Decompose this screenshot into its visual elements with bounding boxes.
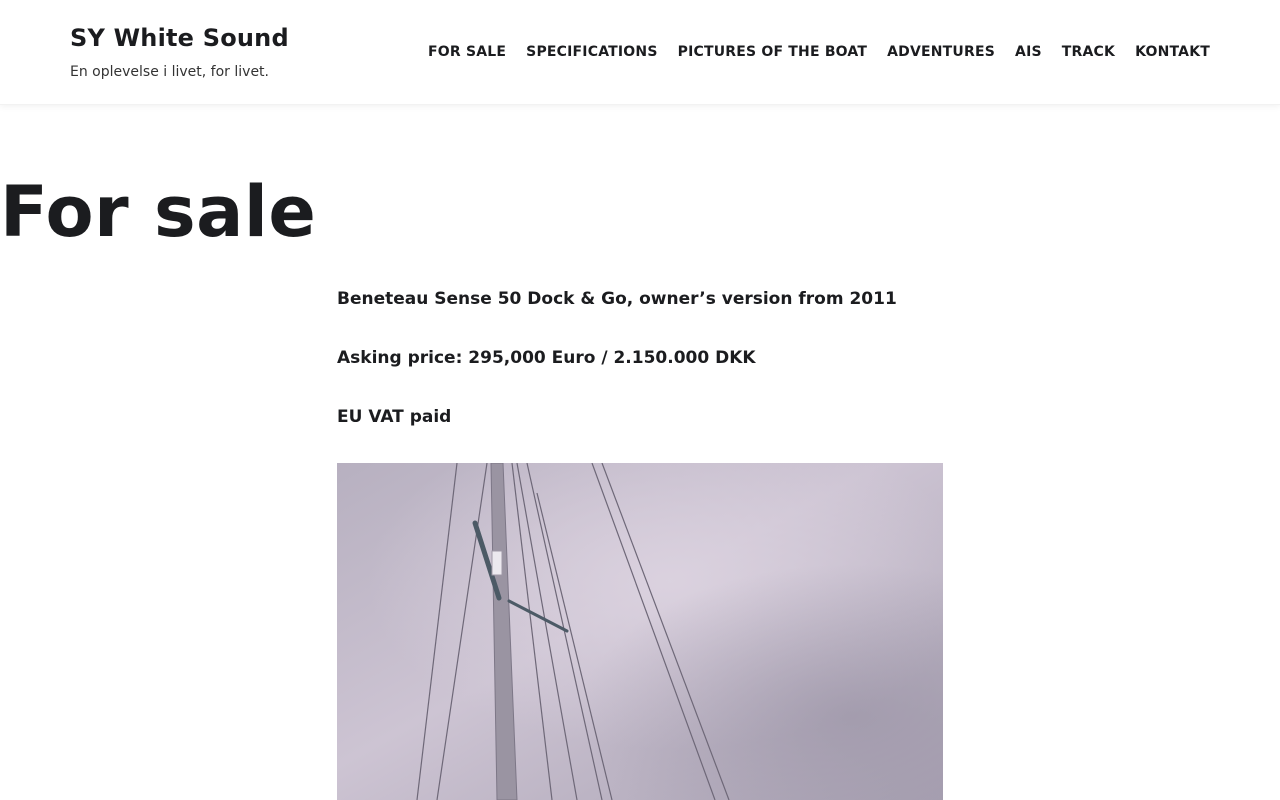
site-header: SY White Sound En oplevelse i livet, for…	[0, 0, 1280, 105]
boat-model-line: Beneteau Sense 50 Dock & Go, owner’s ver…	[337, 289, 897, 309]
boat-mast-image	[337, 463, 943, 800]
nav-item-kontakt[interactable]: KONTAKT	[1135, 40, 1210, 64]
vat-status-line: EU VAT paid	[337, 407, 452, 427]
nav-item-adventures[interactable]: ADVENTURES	[887, 40, 995, 64]
site-tagline: En oplevelse i livet, for livet.	[70, 64, 269, 80]
nav-item-pictures-of-the-boat[interactable]: PICTURES OF THE BOAT	[678, 40, 868, 64]
page-title: For sale	[0, 171, 317, 253]
asking-price-line: Asking price: 295,000 Euro / 2.150.000 D…	[337, 348, 756, 368]
site-title-link[interactable]: SY White Sound	[70, 20, 289, 56]
boat-photo	[337, 463, 943, 800]
page-content: Beneteau Sense 50 Dock & Go, owner’s ver…	[337, 286, 943, 463]
nav-item-for-sale[interactable]: FOR SALE	[428, 40, 506, 64]
nav-item-ais[interactable]: AIS	[1015, 40, 1042, 64]
site-branding: SY White Sound En oplevelse i livet, for…	[70, 20, 289, 82]
nav-item-specifications[interactable]: SPECIFICATIONS	[526, 40, 657, 64]
nav-item-track[interactable]: TRACK	[1062, 40, 1115, 64]
primary-nav: FOR SALE SPECIFICATIONS PICTURES OF THE …	[428, 40, 1210, 64]
